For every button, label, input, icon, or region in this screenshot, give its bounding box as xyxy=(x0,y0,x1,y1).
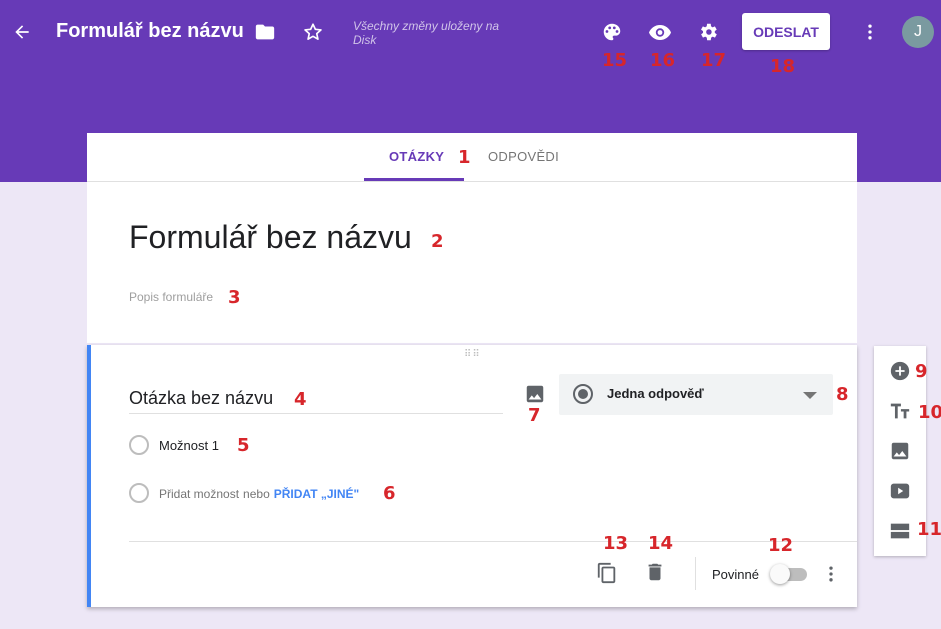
folder-icon[interactable] xyxy=(253,20,277,44)
gear-icon[interactable] xyxy=(696,20,720,44)
marker-6: 6 xyxy=(383,483,396,504)
image-icon[interactable] xyxy=(523,382,547,406)
required-label: Povinné xyxy=(712,567,759,582)
form-title-header[interactable]: Formulář bez názvu xyxy=(56,20,244,43)
question-card: ⠿⠿ Otázka bez názvu 4 7 Jedna odpověď 8 … xyxy=(87,345,857,607)
copy-icon[interactable] xyxy=(595,561,619,585)
top-bar: Formulář bez názvu Všechny změny uloženy… xyxy=(0,0,941,77)
title-icon[interactable] xyxy=(888,399,912,423)
image-add-icon[interactable] xyxy=(888,439,912,463)
marker-10: 10 xyxy=(918,402,941,423)
palette-icon[interactable] xyxy=(600,20,624,44)
section-icon[interactable] xyxy=(888,519,912,543)
option-radio xyxy=(129,435,149,455)
add-option-row: Přidat možnost nebo PŘIDAT „JINÉ" xyxy=(159,487,359,501)
trash-icon[interactable] xyxy=(643,560,667,584)
star-icon[interactable] xyxy=(301,20,325,44)
add-option-link[interactable]: Přidat možnost xyxy=(159,487,239,501)
marker-2: 2 xyxy=(431,231,444,252)
add-circle-icon[interactable] xyxy=(888,359,912,383)
footer-divider xyxy=(129,541,857,542)
marker-17: 17 xyxy=(701,50,727,71)
question-type-label: Jedna odpověď xyxy=(607,386,704,401)
marker-16: 16 xyxy=(650,50,676,71)
tab-questions[interactable]: OTÁZKY xyxy=(389,149,444,164)
marker-11: 11 xyxy=(917,519,941,540)
form-title[interactable]: Formulář bez názvu xyxy=(129,219,412,256)
dropdown-arrow-icon xyxy=(803,392,817,399)
radio-type-icon xyxy=(573,384,593,404)
eye-icon[interactable] xyxy=(647,20,673,44)
marker-9: 9 xyxy=(915,361,928,382)
marker-5: 5 xyxy=(237,435,250,456)
avatar[interactable]: J xyxy=(902,16,934,48)
question-title[interactable]: Otázka bez názvu xyxy=(129,388,273,409)
marker-3: 3 xyxy=(228,287,241,308)
drag-handle-icon[interactable]: ⠿⠿ xyxy=(464,350,481,360)
or-text: nebo xyxy=(243,487,270,501)
marker-8: 8 xyxy=(836,384,849,405)
tabs-divider xyxy=(87,181,857,182)
question-type-dropdown[interactable]: Jedna odpověď xyxy=(559,374,833,415)
required-toggle-knob[interactable] xyxy=(770,564,790,584)
save-status: Všechny změny uloženy na Disk xyxy=(353,19,500,47)
marker-15: 15 xyxy=(602,50,628,71)
marker-14: 14 xyxy=(648,533,674,554)
add-option-radio xyxy=(129,483,149,503)
tab-responses[interactable]: ODPOVĚDI xyxy=(488,149,559,164)
more-vert-icon[interactable] xyxy=(858,20,882,44)
marker-1: 1 xyxy=(458,147,471,168)
active-card-bar xyxy=(87,345,91,607)
send-button[interactable]: ODESLAT xyxy=(742,13,830,50)
form-header-card: OTÁZKY 1 ODPOVĚDI Formulář bez názvu 2 P… xyxy=(87,133,857,343)
marker-4: 4 xyxy=(294,389,307,410)
option-1-field[interactable]: Možnost 1 xyxy=(159,438,219,453)
add-other-link[interactable]: PŘIDAT „JINÉ" xyxy=(274,487,359,501)
marker-12: 12 xyxy=(768,535,794,556)
question-title-underline xyxy=(129,413,503,414)
video-icon[interactable] xyxy=(888,479,912,503)
back-arrow-icon[interactable] xyxy=(10,20,34,44)
marker-13: 13 xyxy=(603,533,629,554)
form-description-field[interactable]: Popis formuláře xyxy=(129,290,213,304)
question-more-vert-icon[interactable] xyxy=(819,562,843,586)
footer-separator xyxy=(695,557,696,590)
marker-7: 7 xyxy=(528,405,541,426)
marker-18: 18 xyxy=(770,56,796,77)
